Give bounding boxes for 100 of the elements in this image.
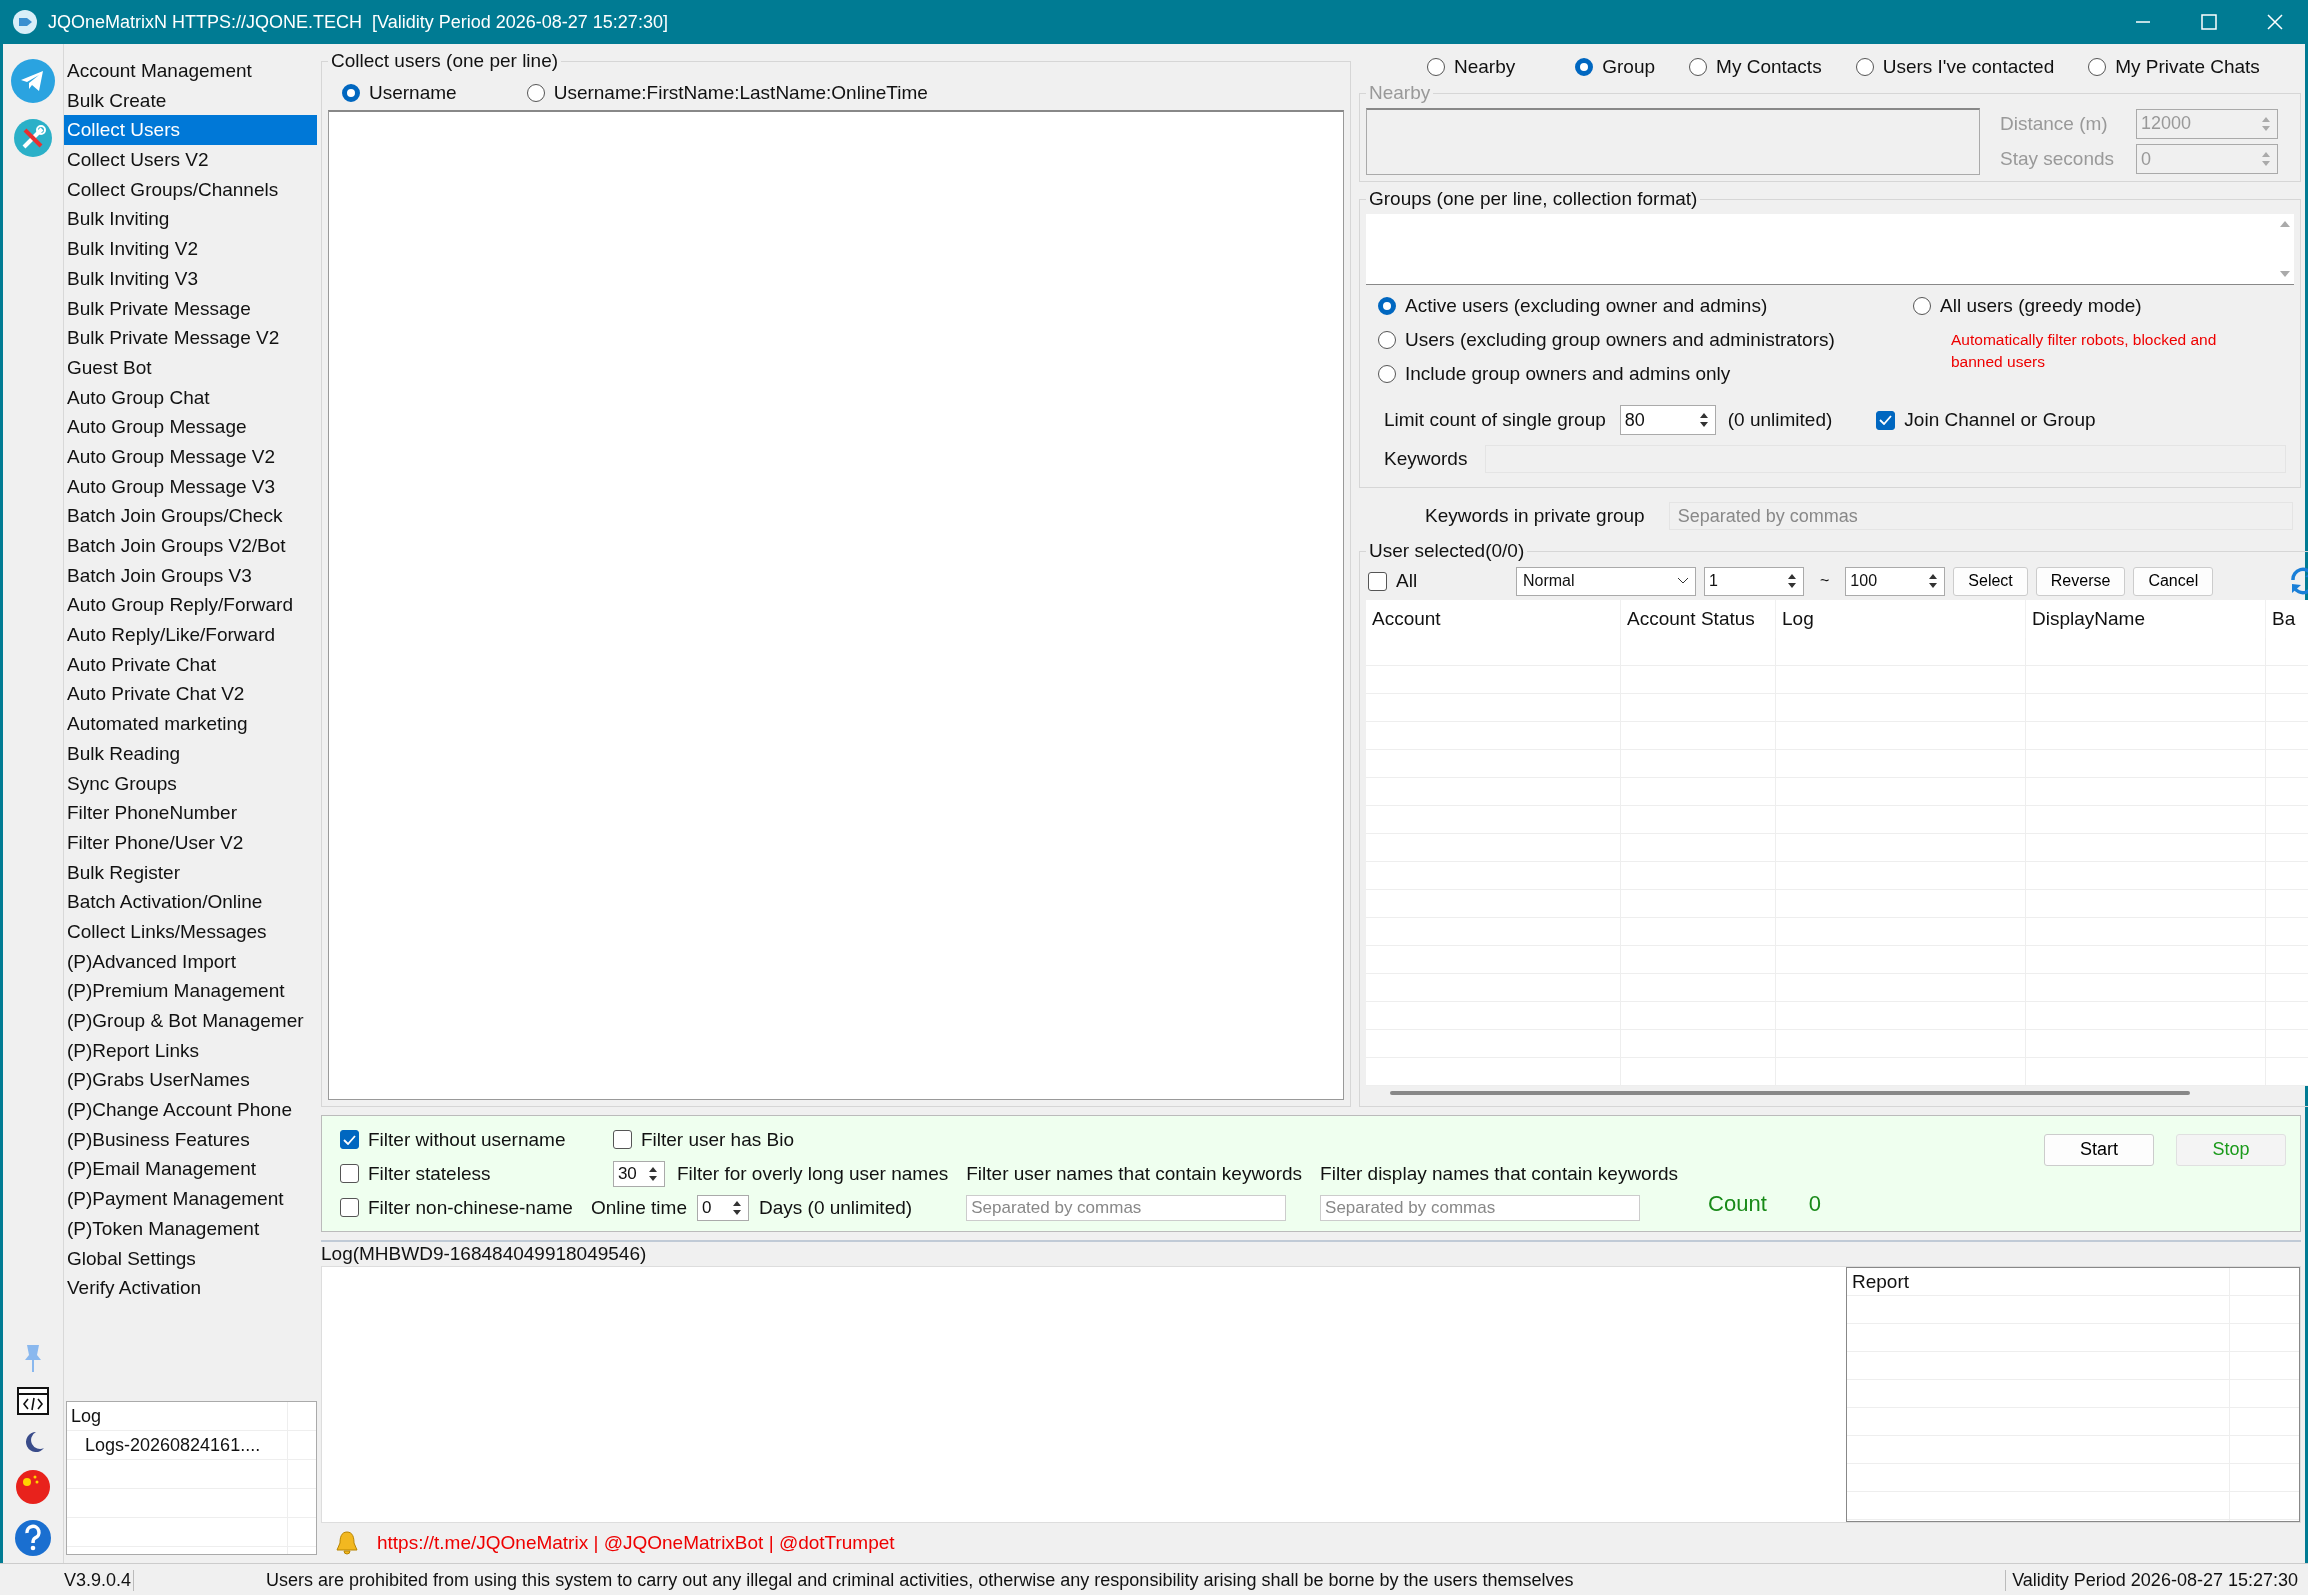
radio-label[interactable]: Nearby	[1454, 56, 1516, 78]
radio-button[interactable]	[1575, 58, 1594, 76]
sidebar-item[interactable]: Batch Join Groups V2/Bot	[64, 531, 317, 561]
sidebar-item[interactable]: (P)Report Links	[64, 1035, 317, 1066]
radio-button[interactable]	[1913, 297, 1931, 315]
sidebar-item[interactable]: (P)Email Management	[64, 1154, 317, 1185]
paper-plane-icon[interactable]	[10, 58, 56, 104]
radio-button[interactable]	[2088, 58, 2107, 76]
radio-button[interactable]	[1689, 58, 1708, 76]
toolbar-button[interactable]: Cancel	[2133, 566, 2214, 596]
sidebar-item[interactable]: Auto Group Message	[64, 412, 317, 442]
sidebar-item[interactable]: (P)Grabs UserNames	[64, 1065, 317, 1096]
radio-label[interactable]: Include group owners and admins only	[1405, 363, 1731, 385]
checkbox[interactable]	[1876, 410, 1896, 430]
log-file-item[interactable]: Logs-20260824161....	[67, 1431, 261, 1460]
input-field[interactable]: Separated by commas	[1320, 1194, 1641, 1221]
column-header[interactable]: Account	[1366, 600, 1621, 638]
spin-field[interactable]: 30	[612, 1160, 665, 1187]
sidebar-item[interactable]: (P)Business Features	[64, 1124, 317, 1155]
column-header[interactable]: Account Status	[1621, 600, 1776, 638]
toolbar-button[interactable]: Reverse	[2035, 566, 2126, 596]
tools-icon[interactable]	[13, 118, 53, 158]
radio-label[interactable]: All users (greedy mode)	[1940, 295, 2142, 317]
sidebar-item[interactable]: Verify Activation	[64, 1273, 317, 1303]
bell-icon[interactable]	[335, 1530, 359, 1557]
column-header[interactable]: DisplayName	[2026, 600, 2266, 638]
checkbox-label[interactable]: Filter stateless	[368, 1162, 491, 1185]
sidebar-item[interactable]: Account Management	[64, 56, 317, 86]
spin-arrows-icon[interactable]	[730, 1199, 744, 1216]
sidebar-item[interactable]: Guest Bot	[64, 352, 317, 383]
checkbox[interactable]	[1368, 571, 1387, 591]
sidebar-item[interactable]: Auto Group Message V2	[64, 441, 317, 472]
text-area[interactable]	[1366, 108, 1980, 175]
sidebar-item[interactable]: Auto Group Reply/Forward	[64, 590, 317, 621]
radio-label[interactable]: Group	[1602, 56, 1656, 78]
radio-label[interactable]: Active users (excluding owner and admins)	[1405, 295, 1768, 317]
sidebar-item[interactable]: Auto Private Chat	[64, 649, 317, 680]
radio-button[interactable]	[1378, 365, 1396, 383]
sidebar-item[interactable]: Collect Groups/Channels	[64, 174, 317, 205]
sidebar-item[interactable]: Filter PhoneNumber	[64, 798, 317, 828]
sidebar-item[interactable]: Auto Private Chat V2	[64, 679, 317, 710]
sidebar-item[interactable]: Bulk Private Message	[64, 293, 317, 324]
checkbox-label[interactable]: Join Channel or Group	[1904, 409, 2096, 431]
radio-button[interactable]	[342, 84, 360, 102]
sidebar-item[interactable]: (P)Premium Management	[64, 976, 317, 1006]
radio-label[interactable]: Users (excluding group owners and administrators)	[1405, 329, 1835, 351]
checkbox[interactable]	[340, 1164, 359, 1184]
caret-icon[interactable]	[1677, 577, 1689, 585]
maximize-icon[interactable]	[2198, 11, 2220, 33]
sidebar-item[interactable]: Collect Users	[64, 115, 317, 146]
sidebar-item[interactable]: Collect Links/Messages	[64, 916, 317, 947]
start-button[interactable]: Start	[2044, 1133, 2154, 1166]
spin-field[interactable]: 80	[1619, 405, 1716, 435]
column-header[interactable]: Log	[1776, 600, 2026, 638]
toolbar-button[interactable]: Select	[1953, 566, 2028, 596]
sidebar-item[interactable]: Bulk Inviting V2	[64, 234, 317, 264]
sidebar-item[interactable]: Bulk Inviting	[64, 204, 317, 235]
spin-field[interactable]: 100	[1845, 566, 1946, 596]
radio-button[interactable]	[1378, 297, 1396, 315]
sidebar-item[interactable]: Bulk Inviting V3	[64, 263, 317, 294]
checkbox[interactable]	[340, 1130, 359, 1150]
radio-label[interactable]: Users I've contacted	[1882, 56, 2055, 78]
spin-field[interactable]: 0	[697, 1194, 749, 1221]
checkbox[interactable]	[340, 1198, 359, 1218]
radio-label[interactable]: My Contacts	[1716, 56, 1822, 78]
sidebar-item[interactable]: Global Settings	[64, 1243, 317, 1274]
code-window-icon[interactable]	[17, 1387, 49, 1415]
sidebar-item[interactable]: Filter Phone/User V2	[64, 827, 317, 858]
checkbox-label[interactable]: Filter without username	[368, 1128, 566, 1151]
sidebar-item[interactable]: (P)Change Account Phone	[64, 1095, 317, 1125]
checkbox-label[interactable]: Filter user has Bio	[640, 1128, 794, 1151]
radio-label[interactable]: Username:FirstName:LastName:OnlineTime	[553, 82, 928, 104]
radio-button[interactable]	[1378, 331, 1396, 349]
sidebar-item[interactable]: Bulk Create	[64, 85, 317, 116]
sidebar-item[interactable]: Bulk Reading	[64, 738, 317, 769]
sidebar-item[interactable]: (P)Group & Bot Managemer	[64, 1006, 317, 1036]
column-header[interactable]: Ba	[2266, 600, 2308, 638]
input-field[interactable]: Separated by commas	[966, 1194, 1287, 1221]
radio-button[interactable]	[1855, 58, 1874, 76]
checkbox-label[interactable]: Filter non-chinese-name	[368, 1196, 573, 1219]
contact-links[interactable]: https://t.me/JQOneMatrix | @JQOneMatrixBot | @dotTrumpet	[377, 1532, 895, 1555]
sidebar-item[interactable]: (P)Advanced Import	[64, 946, 317, 977]
sidebar-item[interactable]: Batch Activation/Online	[64, 887, 317, 917]
checkbox[interactable]	[612, 1130, 632, 1150]
sidebar-item[interactable]: Auto Group Message V3	[64, 471, 317, 502]
sidebar-item[interactable]: Auto Group Chat	[64, 382, 317, 413]
sidebar-item[interactable]: Auto Reply/Like/Forward	[64, 620, 317, 650]
help-icon[interactable]	[14, 1519, 52, 1557]
sidebar-item[interactable]: Sync Groups	[64, 768, 317, 799]
sidebar-item[interactable]: Collect Users V2	[64, 145, 317, 175]
sidebar-item[interactable]: Batch Join Groups V3	[64, 560, 317, 591]
radio-label[interactable]: My Private Chats	[2115, 56, 2260, 78]
sidebar-item[interactable]: (P)Payment Management	[64, 1184, 317, 1214]
flag-icon[interactable]	[15, 1469, 51, 1505]
spin-field[interactable]: 1	[1704, 566, 1804, 596]
radio-button[interactable]	[1427, 58, 1445, 76]
checkbox-label[interactable]: All	[1396, 570, 1418, 592]
radio-button[interactable]	[526, 84, 545, 102]
sidebar-item[interactable]: Batch Join Groups/Check	[64, 501, 317, 531]
radio-label[interactable]: Username	[369, 82, 457, 104]
